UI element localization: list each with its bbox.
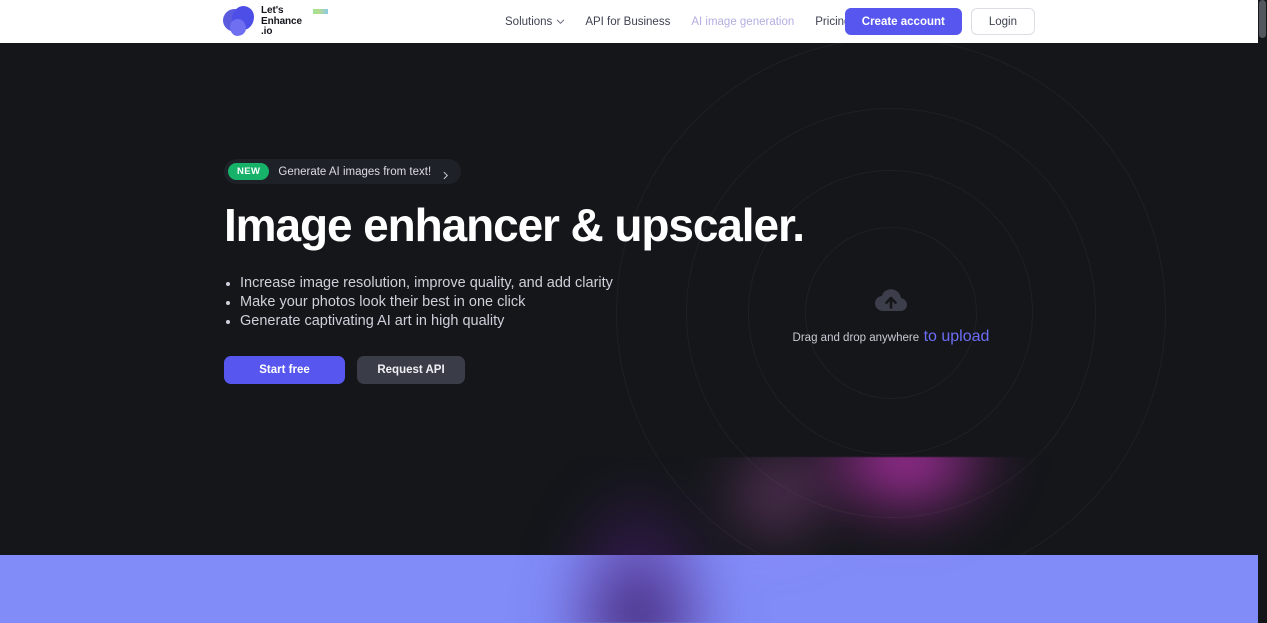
gradient-bar-icon [313,9,328,15]
list-item: Make your photos look their best in one … [224,293,744,312]
page-root: Let's Enhance .io Solutions API for Busi… [0,0,1267,623]
header-actions: Create account Login [844,0,1035,43]
nav-item-ai-image-generation[interactable]: AI image generation [691,16,794,28]
showcase-overlay [198,457,1060,623]
feature-list: Increase image resolution, improve quali… [224,274,744,331]
page-title: Image enhancer & upscaler. [224,199,805,251]
blob-logo-icon [223,6,254,37]
scrollbar-track[interactable] [1258,0,1267,623]
dropzone-label: Drag and drop anywhere [792,332,920,344]
new-feature-label: Generate AI images from text! [278,165,432,178]
create-account-button[interactable]: Create account [844,8,962,35]
hero-content: NEW Generate AI images from text! Image … [224,159,805,384]
upload-link[interactable]: to upload [924,328,990,345]
list-item: Increase image resolution, improve quali… [224,274,744,293]
nav-item-solutions[interactable]: Solutions [505,15,565,28]
showcase-image [198,457,1060,623]
request-api-button[interactable]: Request API [357,356,465,384]
logo-line-3: .io [261,26,273,38]
login-button[interactable]: Login [970,8,1035,35]
nav-item-label: API for Business [585,15,671,28]
chevron-down-icon [556,17,565,25]
nav-item-label: AI image generation [691,15,795,28]
site-logo[interactable]: Let's Enhance .io [223,3,328,40]
primary-navigation: Solutions API for Business AI image gene… [505,0,894,43]
status-badge: NEW [228,163,270,180]
upload-dropzone[interactable]: Drag and drop anywhere to upload [760,288,1022,346]
scrollbar-thumb[interactable] [1259,0,1266,38]
logo-wordmark: Let's Enhance .io [261,5,328,38]
site-header: Let's Enhance .io Solutions API for Busi… [0,0,1258,43]
cloud-upload-icon [875,289,907,311]
list-item: Generate captivating AI art in high qual… [224,312,744,331]
new-feature-banner[interactable]: NEW Generate AI images from text! [224,159,462,184]
nav-item-label: Solutions [505,15,553,28]
nav-item-api-for-business[interactable]: API for Business [585,16,670,28]
cta-row: Start free Request API [224,356,744,384]
start-free-button[interactable]: Start free [224,356,345,384]
chevron-right-icon [441,167,450,180]
